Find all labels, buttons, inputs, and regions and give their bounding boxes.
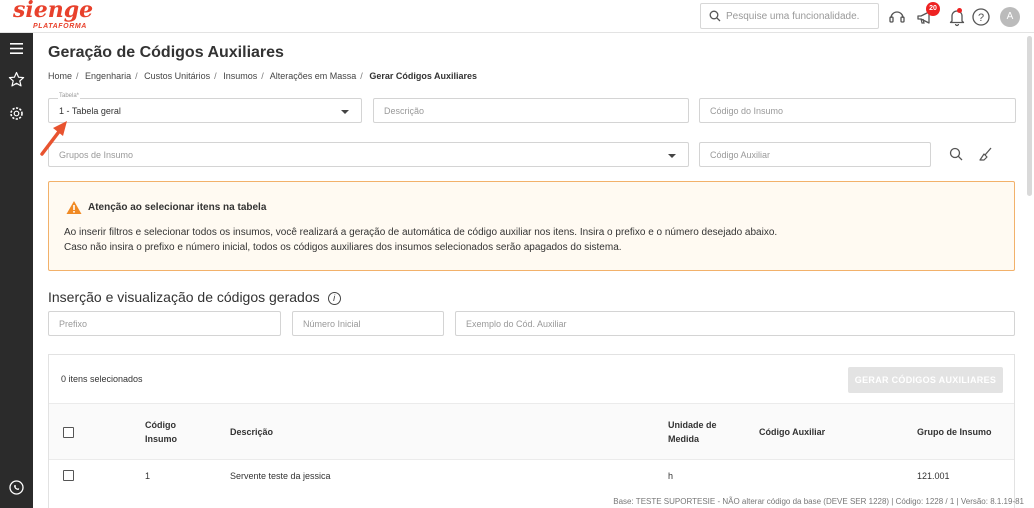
selected-count: 0 itens selecionados xyxy=(61,374,143,384)
star-icon[interactable] xyxy=(8,71,25,88)
codigo-auxiliar-field[interactable]: Código Auxiliar xyxy=(699,142,931,167)
breadcrumb-alteracoes[interactable]: Alterações em Massa xyxy=(270,71,357,81)
top-bar: sienge PLATAFORMA 20 ? A xyxy=(0,0,1034,33)
breadcrumb-custos[interactable]: Custos Unitários xyxy=(144,71,210,81)
main-content: Geração de Códigos Auxiliares Home / Enge… xyxy=(33,33,1034,508)
breadcrumb-insumos[interactable]: Insumos xyxy=(223,71,257,81)
cell-grupo: 121.001 xyxy=(917,471,950,481)
broom-icon[interactable] xyxy=(977,146,993,162)
select-all-checkbox[interactable] xyxy=(63,427,74,438)
numero-placeholder: Número Inicial xyxy=(303,319,361,329)
prefixo-field[interactable]: Prefixo xyxy=(48,311,281,336)
info-icon[interactable]: i xyxy=(327,292,341,305)
col-unidade-header[interactable]: Unidade de Medida xyxy=(668,418,717,446)
cell-descricao: Servente teste da jessica xyxy=(230,471,331,481)
footer-status: Base: TESTE SUPORTESIE - NÃO alterar cód… xyxy=(613,497,1024,506)
col-codigo-line1: Código xyxy=(145,420,176,430)
whatsapp-icon[interactable] xyxy=(8,479,25,496)
search-icon[interactable] xyxy=(949,147,963,161)
gear-icon[interactable] xyxy=(8,105,25,122)
alert-title: Atenção ao selecionar itens na tabela xyxy=(88,202,267,213)
headset-icon[interactable] xyxy=(887,7,907,27)
generate-codes-button[interactable]: GERAR CÓDIGOS AUXILIARES xyxy=(848,367,1003,393)
breadcrumb-engenharia[interactable]: Engenharia xyxy=(85,71,131,81)
sidebar xyxy=(0,33,33,508)
search-box[interactable] xyxy=(700,3,879,29)
user-avatar[interactable]: A xyxy=(1000,7,1020,27)
section-title-text: Inserção e visualização de códigos gerad… xyxy=(48,289,320,305)
warning-icon xyxy=(66,201,82,214)
sienge-logo[interactable]: sienge PLATAFORMA xyxy=(13,0,103,33)
tabela-value: 1 - Tabela geral xyxy=(59,106,121,116)
col-codigo-line2: Insumo xyxy=(145,434,178,444)
chevron-down-icon xyxy=(341,110,349,114)
warning-alert: Atenção ao selecionar itens na tabela Ao… xyxy=(48,181,1015,271)
row-checkbox[interactable] xyxy=(63,470,74,481)
alert-text-line2: Caso não insira o prefixo e número inici… xyxy=(64,242,622,253)
page-title: Geração de Códigos Auxiliares xyxy=(48,44,284,61)
breadcrumb-home[interactable]: Home xyxy=(48,71,72,81)
col-unidade-line1: Unidade de xyxy=(668,420,717,430)
descricao-placeholder: Descrição xyxy=(384,106,425,116)
section-title: Inserção e visualização de códigos gerad… xyxy=(48,289,341,305)
exemplo-field[interactable]: Exemplo do Cód. Auxiliar xyxy=(455,311,1015,336)
grupos-insumo-select[interactable]: Grupos de Insumo xyxy=(48,142,689,167)
col-descricao-header[interactable]: Descrição xyxy=(230,425,273,439)
codigo-auxiliar-placeholder: Código Auxiliar xyxy=(710,150,771,160)
descricao-field[interactable]: Descrição xyxy=(373,98,689,123)
logo-subtitle: PLATAFORMA xyxy=(33,23,87,30)
col-codigo-header[interactable]: Código Insumo xyxy=(145,418,177,446)
col-grupo-header[interactable]: Grupo de Insumo xyxy=(917,425,992,439)
alert-text-line1: Ao inserir filtros e selecionar todos os… xyxy=(64,227,778,238)
tabela-select[interactable]: Tabela* 1 - Tabela geral xyxy=(48,93,362,123)
tabela-label: Tabela* xyxy=(58,93,81,99)
help-icon[interactable]: ? xyxy=(971,7,991,27)
breadcrumb: Home / Engenharia / Custos Unitários / Insu… xyxy=(48,71,478,81)
table-header: Código Insumo Descrição Unidade de Medida … xyxy=(49,403,1014,460)
col-aux-header[interactable]: Código Auxiliar xyxy=(759,425,825,439)
codigo-insumo-field[interactable]: Código do Insumo xyxy=(699,98,1016,123)
logo-word: sienge xyxy=(13,0,94,23)
search-icon xyxy=(709,10,721,22)
annotation-arrow-icon xyxy=(40,121,67,156)
alert-dot xyxy=(957,8,962,13)
breadcrumb-current: Gerar Códigos Auxiliares xyxy=(369,71,478,81)
table-row[interactable]: 1 Servente teste da jessica h 121.001 xyxy=(49,461,1014,493)
exemplo-placeholder: Exemplo do Cód. Auxiliar xyxy=(466,319,567,329)
insumos-table: 0 itens selecionados GERAR CÓDIGOS AUXIL… xyxy=(48,354,1015,508)
cell-unidade: h xyxy=(668,471,674,481)
cell-codigo: 1 xyxy=(145,471,151,481)
col-unidade-line2: Medida xyxy=(668,434,700,444)
page-scrollbar[interactable] xyxy=(1027,36,1032,196)
prefixo-placeholder: Prefixo xyxy=(59,319,88,329)
codigo-insumo-placeholder: Código do Insumo xyxy=(710,106,784,116)
menu-icon[interactable] xyxy=(8,40,25,57)
chevron-down-icon xyxy=(668,154,676,158)
search-input[interactable] xyxy=(726,8,876,25)
numero-inicial-field[interactable]: Número Inicial xyxy=(292,311,444,336)
svg-text:?: ? xyxy=(978,12,984,24)
notification-count-badge: 20 xyxy=(926,2,940,16)
